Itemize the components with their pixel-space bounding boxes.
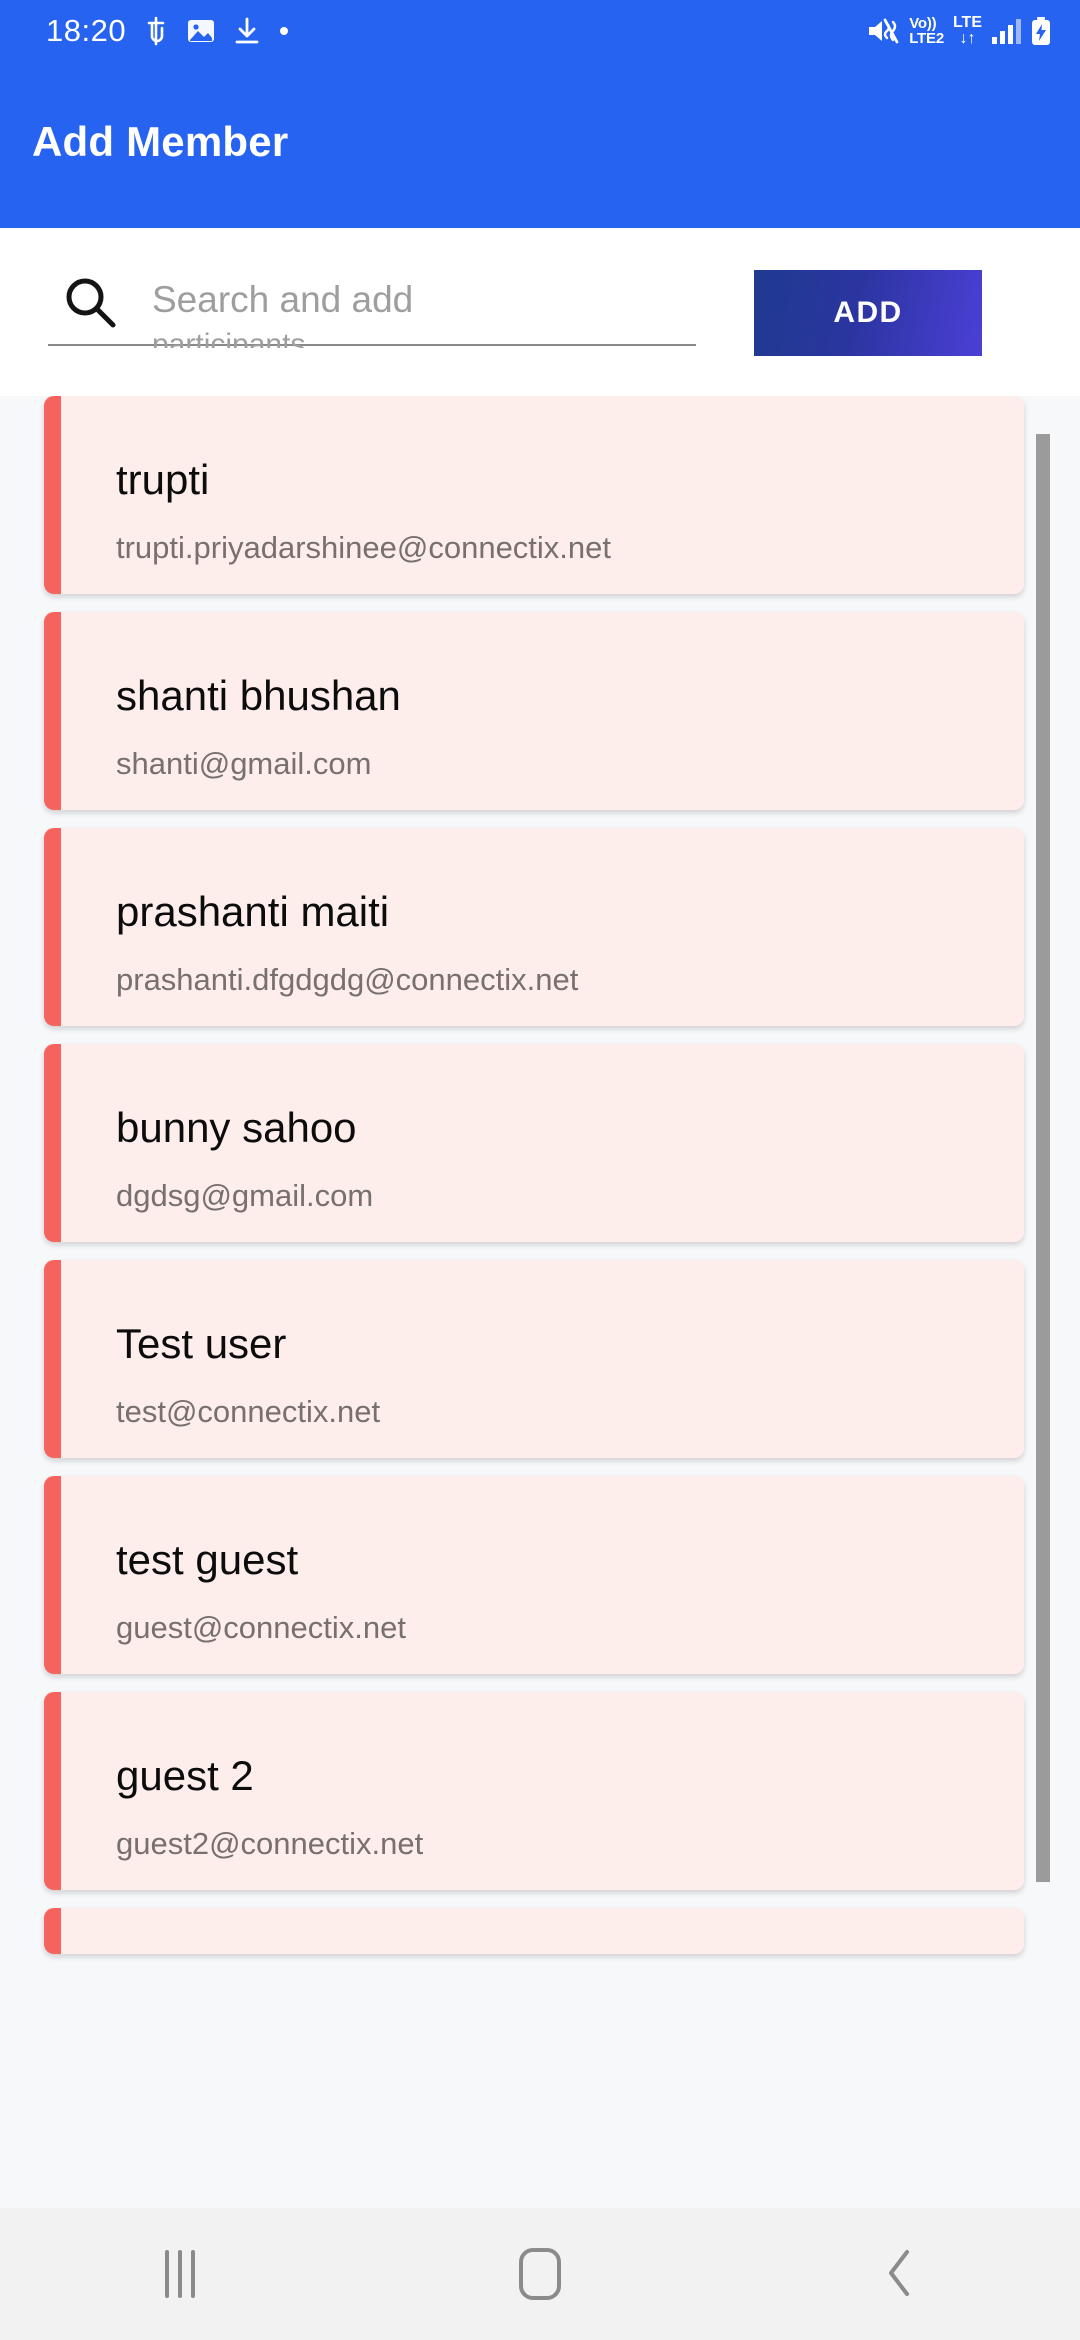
phonepe-icon: [143, 16, 169, 46]
status-bar-right: Vo)) LTE2 LTE ↓↑: [866, 15, 1052, 47]
member-name: test guest: [116, 1536, 299, 1583]
member-email: prashanti.dfgdgdg@connectix.net: [116, 962, 579, 997]
card-accent-bar: [44, 1044, 61, 1242]
app-screen: 18:20 Vo)) LTE2 LTE ↓↑ Add Member Search…: [0, 0, 1080, 2340]
dot-icon: [278, 25, 290, 37]
lte2-label: LTE2: [909, 30, 944, 47]
lte-data-icon: LTE ↓↑: [953, 15, 982, 47]
recents-icon: [165, 2250, 195, 2298]
mute-icon: [866, 16, 900, 46]
card-accent-bar: [44, 396, 61, 594]
member-card[interactable]: shanti bhushan shanti@gmail.com: [44, 612, 1024, 810]
download-icon: [233, 16, 261, 46]
battery-charging-icon: [1030, 16, 1052, 46]
card-accent-bar: [44, 828, 61, 1026]
member-list[interactable]: trupti trupti.priyadarshinee@connectix.ne…: [0, 396, 1080, 2208]
gallery-icon: [186, 16, 216, 46]
app-bar: 18:20 Vo)) LTE2 LTE ↓↑ Add Member: [0, 0, 1080, 228]
page-title: Add Member: [32, 118, 289, 165]
member-card[interactable]: Test user test@connectix.net: [44, 1260, 1024, 1458]
status-bar: 18:20 Vo)) LTE2 LTE ↓↑: [0, 0, 1080, 62]
card-accent-bar: [44, 612, 61, 810]
member-name: guest 2: [116, 1752, 254, 1799]
lte-label: LTE: [952, 14, 982, 31]
member-email: shanti@gmail.com: [116, 746, 372, 781]
member-name: trupti: [116, 456, 210, 503]
member-name: Test user: [116, 1320, 287, 1367]
search-sub-hint: participants: [152, 330, 306, 348]
volte-label: Vo)): [909, 15, 937, 32]
search-panel: participants ADD: [0, 228, 1080, 396]
member-email: dgdsg@gmail.com: [116, 1178, 374, 1213]
data-arrows: ↓↑: [959, 30, 976, 47]
member-card[interactable]: guest 2 guest2@connectix.net: [44, 1692, 1024, 1890]
volte-lte2-icon: Vo)) LTE2: [909, 16, 944, 46]
member-card[interactable]: test guest guest@connectix.net: [44, 1476, 1024, 1674]
member-card[interactable]: trupti trupti.priyadarshinee@connectix.ne…: [44, 396, 1024, 594]
list-scrollbar[interactable]: [1036, 434, 1050, 1882]
member-card-partial[interactable]: [44, 1908, 1024, 1954]
signal-bars-icon: [991, 17, 1021, 45]
back-button[interactable]: [810, 2208, 990, 2340]
card-accent-bar: [44, 1476, 61, 1674]
recents-button[interactable]: [90, 2208, 270, 2340]
member-card[interactable]: prashanti maiti prashanti.dfgdgdg@connect…: [44, 828, 1024, 1026]
member-name: bunny sahoo: [116, 1104, 357, 1151]
search-row: participants ADD: [48, 256, 1032, 368]
member-email: test@connectix.net: [116, 1394, 381, 1429]
back-chevron-icon: [880, 2246, 920, 2303]
member-email: trupti.priyadarshinee@connectix.net: [116, 530, 612, 565]
card-accent-bar: [44, 1908, 61, 1954]
search-field-wrapper: participants: [48, 256, 708, 368]
home-button[interactable]: [450, 2208, 630, 2340]
card-accent-bar: [44, 1692, 61, 1890]
member-name: shanti bhushan: [116, 672, 401, 719]
status-bar-left: 18:20: [46, 13, 290, 49]
add-button[interactable]: ADD: [754, 270, 982, 356]
member-name: prashanti maiti: [116, 888, 390, 935]
home-icon: [519, 2248, 561, 2300]
member-email: guest2@connectix.net: [116, 1826, 424, 1861]
member-email: guest@connectix.net: [116, 1610, 406, 1645]
member-card[interactable]: bunny sahoo dgdsg@gmail.com: [44, 1044, 1024, 1242]
system-navigation-bar: [0, 2208, 1080, 2340]
card-accent-bar: [44, 1260, 61, 1458]
status-clock: 18:20: [46, 13, 127, 48]
